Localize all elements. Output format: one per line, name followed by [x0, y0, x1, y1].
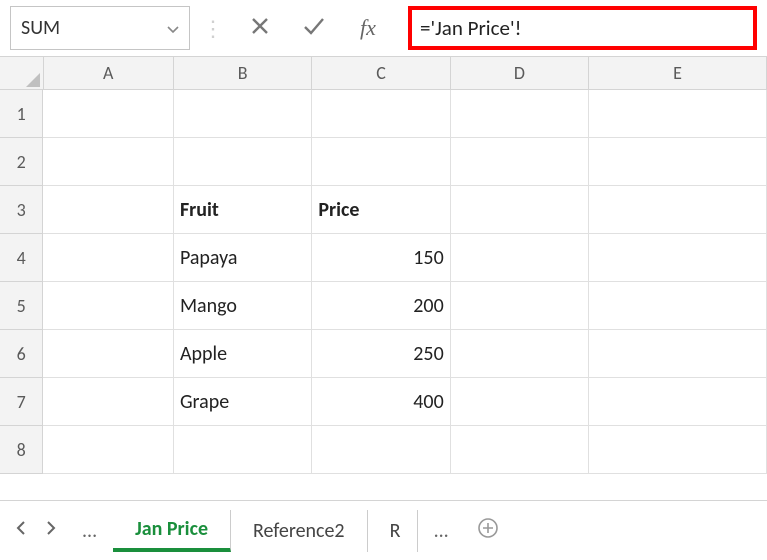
cell[interactable]: 250	[312, 330, 450, 378]
new-sheet-button[interactable]	[465, 511, 511, 551]
column-headers: A B C D E	[0, 56, 767, 90]
cell[interactable]	[43, 90, 173, 138]
close-icon	[250, 15, 270, 42]
cell[interactable]	[43, 186, 173, 234]
cell[interactable]: Fruit	[174, 186, 312, 234]
column-header-E[interactable]: E	[589, 57, 767, 89]
chevron-left-icon	[16, 521, 26, 540]
row-header[interactable]: 3	[0, 186, 43, 234]
column-header-B[interactable]: B	[174, 57, 312, 89]
row-header[interactable]: 2	[0, 138, 43, 186]
grid-row: 5 Mango 200	[0, 282, 767, 330]
grid-row: 7 Grape 400	[0, 378, 767, 426]
row-header[interactable]: 1	[0, 90, 43, 138]
row-header[interactable]: 5	[0, 282, 43, 330]
cell[interactable]	[451, 426, 589, 474]
cell[interactable]	[43, 378, 173, 426]
enter-button[interactable]	[290, 6, 338, 50]
cell[interactable]: Papaya	[174, 234, 312, 282]
chevron-right-icon	[46, 521, 56, 540]
formula-input[interactable]: ='Jan Price'!	[408, 6, 757, 50]
cell[interactable]	[589, 378, 767, 426]
cell[interactable]: 150	[312, 234, 450, 282]
cell[interactable]: 400	[312, 378, 450, 426]
cell[interactable]	[589, 138, 767, 186]
grid-rows: 1 2 3 Fruit Price 4 Papaya 150	[0, 90, 767, 474]
grid-row: 1	[0, 90, 767, 138]
plus-circle-icon	[477, 517, 499, 544]
cell[interactable]	[451, 186, 589, 234]
cell[interactable]	[589, 186, 767, 234]
row-header[interactable]: 8	[0, 426, 43, 474]
cell[interactable]	[451, 378, 589, 426]
grid-row: 3 Fruit Price	[0, 186, 767, 234]
cell[interactable]: Grape	[174, 378, 312, 426]
row-header[interactable]: 6	[0, 330, 43, 378]
cell[interactable]	[451, 282, 589, 330]
row-header[interactable]: 4	[0, 234, 43, 282]
cell[interactable]	[451, 234, 589, 282]
spreadsheet-grid: A B C D E 1 2 3 Fruit Price	[0, 56, 767, 500]
cell[interactable]: 200	[312, 282, 450, 330]
cell[interactable]	[312, 138, 450, 186]
column-header-C[interactable]: C	[312, 57, 450, 89]
fx-button[interactable]: fx	[344, 6, 392, 50]
check-icon	[302, 15, 326, 42]
cell[interactable]	[312, 426, 450, 474]
cell[interactable]: Price	[312, 186, 450, 234]
tab-overflow-right[interactable]: ...	[418, 519, 465, 543]
cell[interactable]	[589, 282, 767, 330]
cell[interactable]	[43, 282, 173, 330]
cell[interactable]	[174, 138, 312, 186]
chevron-down-icon	[167, 17, 179, 39]
cancel-button[interactable]	[236, 6, 284, 50]
sheet-tab[interactable]: Reference2	[231, 510, 368, 552]
sheet-tab[interactable]: R	[368, 510, 418, 552]
fx-icon: fx	[360, 15, 376, 41]
cell[interactable]	[451, 90, 589, 138]
cell[interactable]	[43, 234, 173, 282]
formula-text: ='Jan Price'!	[420, 15, 521, 41]
cell[interactable]	[43, 330, 173, 378]
grid-row: 6 Apple 250	[0, 330, 767, 378]
cell[interactable]: Apple	[174, 330, 312, 378]
cell[interactable]	[451, 138, 589, 186]
tab-nav-prev[interactable]	[6, 511, 36, 551]
cell[interactable]	[174, 426, 312, 474]
cell[interactable]	[43, 138, 173, 186]
cell[interactable]: Mango	[174, 282, 312, 330]
select-all-corner[interactable]	[0, 57, 44, 89]
cell[interactable]	[312, 90, 450, 138]
grid-row: 4 Papaya 150	[0, 234, 767, 282]
cell[interactable]	[589, 90, 767, 138]
cell[interactable]	[589, 234, 767, 282]
tab-overflow-left[interactable]: ...	[66, 519, 113, 543]
sheet-tab-active[interactable]: Jan Price	[113, 510, 231, 552]
formula-bar: SUM ⋮ fx ='Jan Price'!	[0, 0, 767, 56]
tab-nav-next[interactable]	[36, 511, 66, 551]
cell[interactable]	[174, 90, 312, 138]
cell[interactable]	[589, 426, 767, 474]
grid-row: 8	[0, 426, 767, 474]
grid-row: 2	[0, 138, 767, 186]
sheet-tab-bar: ... Jan Price Reference2 R ...	[0, 500, 767, 560]
column-header-A[interactable]: A	[44, 57, 174, 89]
column-header-D[interactable]: D	[451, 57, 589, 89]
name-box[interactable]: SUM	[10, 6, 190, 50]
cell[interactable]	[589, 330, 767, 378]
divider: ⋮	[196, 15, 230, 42]
cell[interactable]	[43, 426, 173, 474]
cell[interactable]	[451, 330, 589, 378]
row-header[interactable]: 7	[0, 378, 43, 426]
name-box-value: SUM	[21, 16, 60, 40]
